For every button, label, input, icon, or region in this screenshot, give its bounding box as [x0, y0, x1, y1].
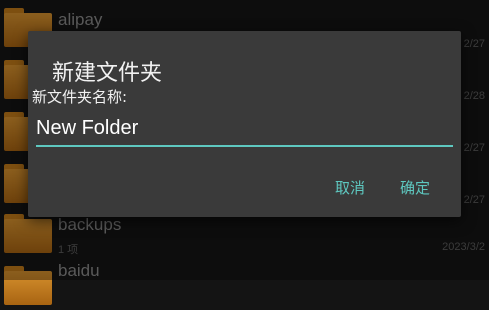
- folder-name-label: 新文件夹名称:: [32, 88, 128, 106]
- new-folder-dialog: 新建文件夹 新文件夹名称: 取消 确定: [28, 31, 461, 217]
- folder-name-input[interactable]: [36, 113, 453, 143]
- input-underline: [36, 145, 453, 147]
- dialog-title: 新建文件夹: [52, 61, 163, 86]
- ok-button[interactable]: 确定: [396, 175, 434, 200]
- cancel-button[interactable]: 取消: [331, 175, 369, 200]
